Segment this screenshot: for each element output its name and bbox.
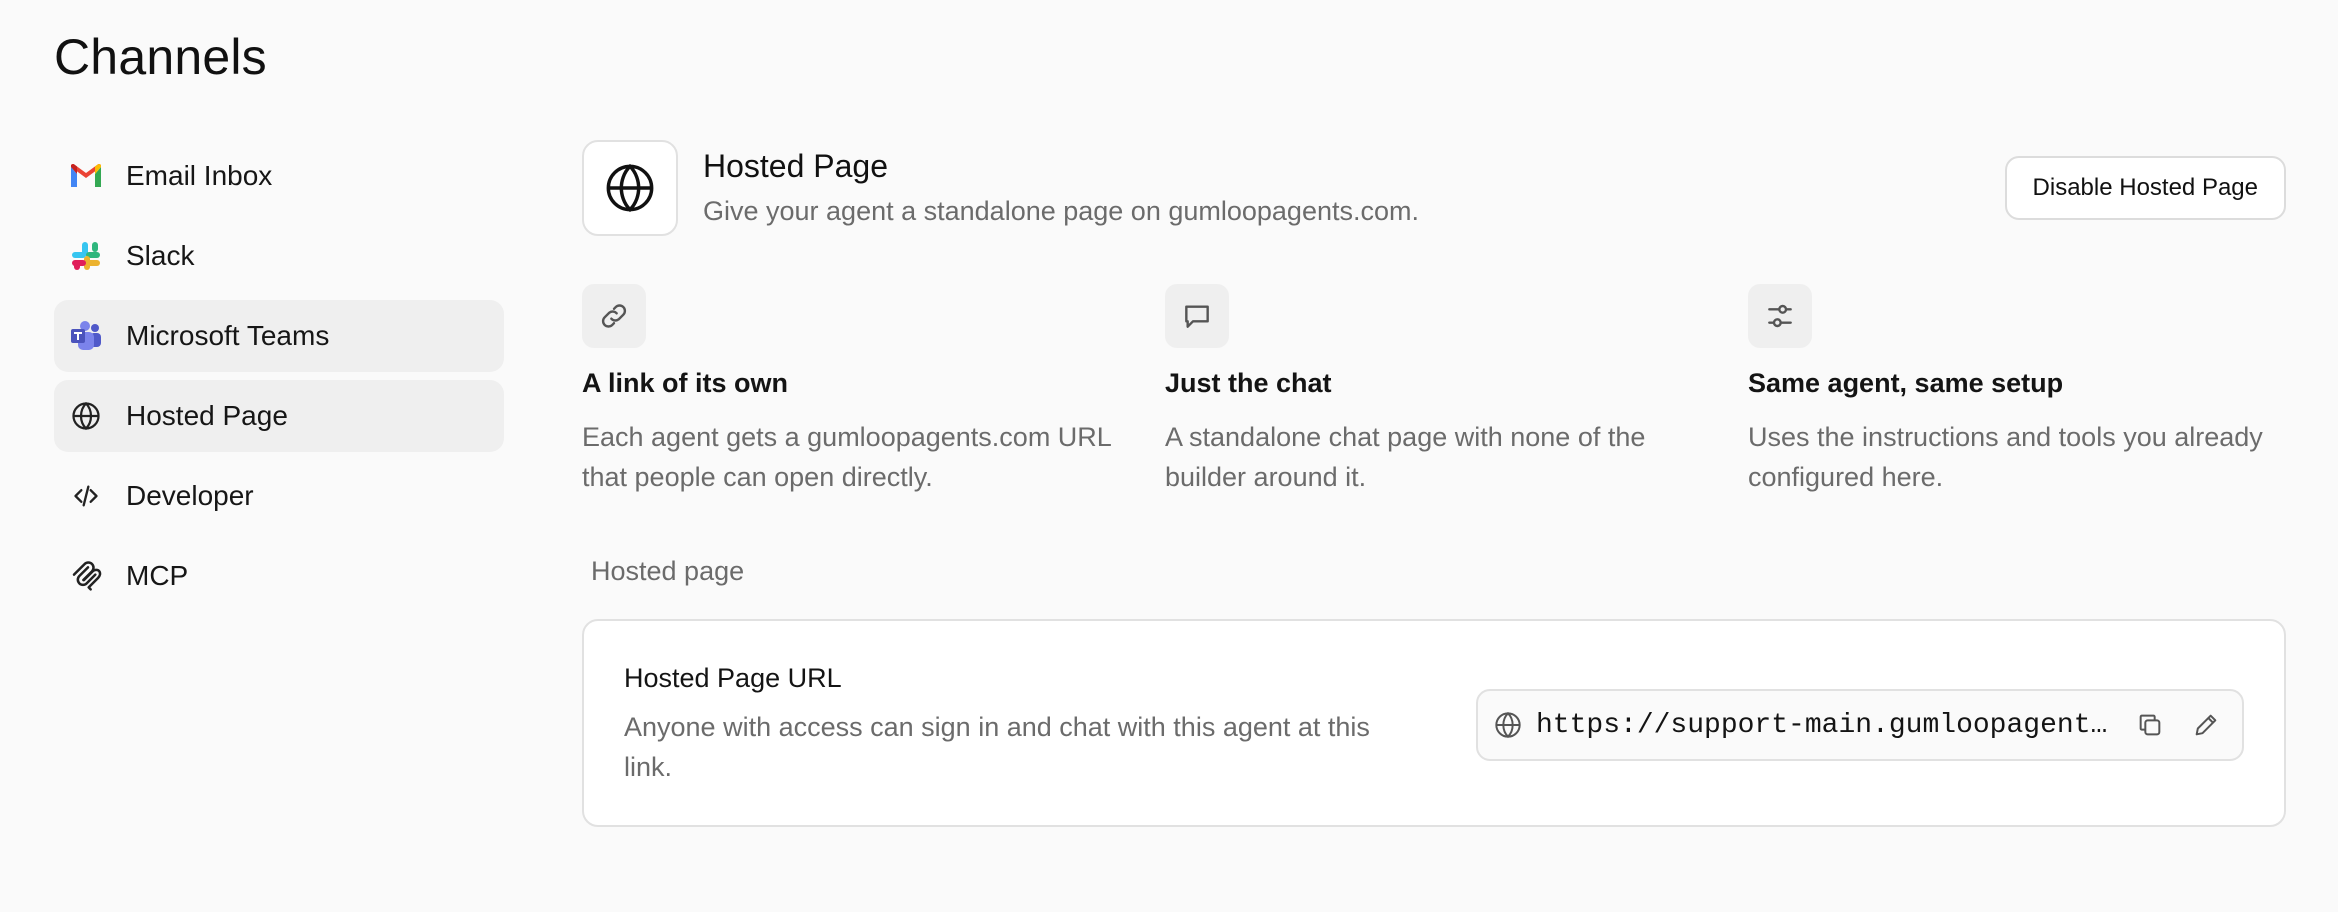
sidebar-item-developer[interactable]: Developer [54,460,504,532]
mcp-icon [68,558,104,594]
feature-title: Just the chat [1165,368,1332,398]
chat-bubble-icon [1165,284,1229,348]
feature-description: Uses the instructions and tools you alre… [1748,422,2263,492]
sidebar-item-email-inbox[interactable]: Email Inbox [54,140,504,212]
sidebar-item-label: MCP [126,560,189,591]
globe-icon [582,140,678,236]
sidebar-item-slack[interactable]: Slack [54,220,504,292]
copy-icon[interactable] [2128,703,2172,747]
sidebar-item-label: Microsoft Teams [126,320,330,351]
link-icon [582,284,646,348]
feature-description: Each agent gets a gumloopagents.com URL … [582,422,1111,492]
feature-chat: Just the chat A standalone chat page wit… [1165,284,1705,497]
sidebar-item-label: Hosted Page [126,400,288,431]
sidebar-item-microsoft-teams[interactable]: Microsoft Teams [54,300,504,372]
sliders-icon [1748,284,1812,348]
disable-hosted-page-button[interactable]: Disable Hosted Page [2004,156,2286,220]
code-icon [68,478,104,514]
feature-link: A link of its own Each agent gets a guml… [582,284,1122,497]
card-title: Hosted Page URL [624,663,842,693]
channels-sidebar: Email Inbox Slack Microsoft Teams Hosted… [54,140,504,620]
section-label: Hosted page [591,556,745,586]
feature-list: A link of its own Each agent gets a guml… [582,284,2286,524]
sidebar-item-label: Slack [126,240,195,271]
feature-setup: Same agent, same setup Uses the instruct… [1748,284,2288,497]
sidebar-item-hosted-page[interactable]: Hosted Page [54,380,504,452]
hosted-page-url[interactable]: https://support-main.gumloopagents.com [1536,710,2116,741]
panel-title: Hosted Page [703,148,889,184]
hosted-page-url-card: Hosted Page URL Anyone with access can s… [582,619,2286,827]
gmail-icon [68,158,104,194]
hosted-page-panel: Hosted Page Give your agent a standalone… [582,140,2286,827]
pencil-icon[interactable] [2184,703,2228,747]
globe-icon [1494,711,1522,739]
feature-title: Same agent, same setup [1748,368,2064,398]
url-field: https://support-main.gumloopagents.com [1476,689,2244,761]
panel-description: Give your agent a standalone page on gum… [703,196,1419,226]
sidebar-item-label: Email Inbox [126,160,273,191]
slack-icon [68,238,104,274]
card-description: Anyone with access can sign in and chat … [624,712,1370,782]
globe-icon [68,398,104,434]
sidebar-item-mcp[interactable]: MCP [54,540,504,612]
sidebar-item-label: Developer [126,480,254,511]
panel-header: Hosted Page Give your agent a standalone… [582,140,2286,236]
feature-description: A standalone chat page with none of the … [1165,422,1646,492]
teams-icon [68,318,104,354]
page-title: Channels [54,29,267,85]
feature-title: A link of its own [582,368,788,398]
